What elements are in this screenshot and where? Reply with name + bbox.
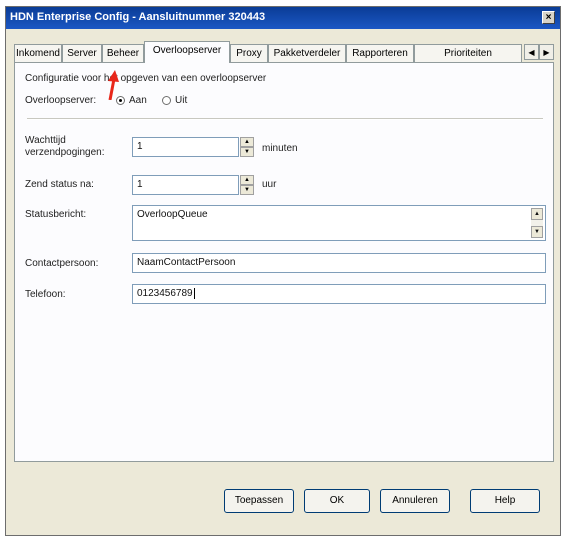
spin-down-icon[interactable]: ▼: [240, 147, 254, 157]
statusbericht-textarea[interactable]: OverloopQueue ▲ ▼: [132, 205, 546, 241]
zendstatus-unit: uur: [262, 179, 277, 190]
radio-uit[interactable]: [162, 96, 171, 105]
help-button[interactable]: Help: [470, 489, 540, 513]
overloopserver-panel: Configuratie voor het opgeven van een ov…: [14, 62, 554, 462]
title-bar[interactable]: HDN Enterprise Config - Aansluitnummer 3…: [6, 7, 560, 29]
ok-button[interactable]: OK: [304, 489, 370, 513]
wachttijd-label-line2: verzendpogingen:: [25, 147, 105, 158]
wachttijd-input[interactable]: 1: [132, 137, 239, 157]
panel-description: Configuratie voor het opgeven van een ov…: [25, 73, 267, 84]
radio-uit-label[interactable]: Uit: [175, 95, 187, 106]
zendstatus-input[interactable]: 1: [132, 175, 239, 195]
tab-strip: Inkomend Server Beheer Overloopserver Pr…: [14, 41, 554, 63]
tab-pakketverdeler[interactable]: Pakketverdeler: [268, 44, 346, 62]
red-arrow-icon: [108, 70, 119, 100]
window-title: HDN Enterprise Config - Aansluitnummer 3…: [10, 11, 266, 23]
statusbericht-value: OverloopQueue: [137, 209, 208, 220]
spin-down-icon[interactable]: ▼: [240, 185, 254, 195]
tab-prioriteiten[interactable]: Prioriteiten: [414, 44, 522, 62]
separator: [27, 118, 543, 120]
telefoon-label: Telefoon:: [25, 289, 66, 300]
tab-overloopserver[interactable]: Overloopserver: [144, 41, 230, 63]
tab-scroll-right-button[interactable]: ▶: [539, 44, 554, 60]
config-window: HDN Enterprise Config - Aansluitnummer 3…: [5, 6, 561, 536]
text-caret: [193, 288, 195, 299]
apply-button[interactable]: Toepassen: [224, 489, 294, 513]
tab-beheer[interactable]: Beheer: [102, 44, 144, 62]
telefoon-input[interactable]: 0123456789: [132, 284, 546, 304]
wachttijd-label-line1: Wachttijd: [25, 135, 66, 146]
zendstatus-spinner[interactable]: ▲ ▼: [240, 175, 254, 195]
radio-selected-dot: [119, 99, 122, 102]
tab-proxy[interactable]: Proxy: [230, 44, 268, 62]
statusbericht-label: Statusbericht:: [25, 209, 87, 220]
arrow-head: [108, 70, 119, 82]
scroll-up-icon[interactable]: ▲: [531, 208, 543, 220]
wachttijd-spinner[interactable]: ▲ ▼: [240, 137, 254, 157]
tab-inkomend[interactable]: Inkomend: [14, 44, 62, 62]
contactpersoon-label: Contactpersoon:: [25, 258, 99, 269]
statusbericht-scrollbar[interactable]: ▲ ▼: [531, 208, 543, 238]
tab-server[interactable]: Server: [62, 44, 102, 62]
scroll-down-icon[interactable]: ▼: [531, 226, 543, 238]
overloopserver-label: Overloopserver:: [25, 95, 97, 106]
tab-scroll-left-button[interactable]: ◀: [524, 44, 539, 60]
radio-aan-label[interactable]: Aan: [129, 95, 147, 106]
arrow-shaft: [108, 78, 116, 100]
telefoon-value: 0123456789: [137, 288, 193, 300]
close-button[interactable]: ×: [542, 11, 555, 24]
spin-up-icon[interactable]: ▲: [240, 137, 254, 147]
zendstatus-label: Zend status na:: [25, 179, 94, 190]
wachttijd-unit: minuten: [262, 143, 298, 154]
tab-rapporteren[interactable]: Rapporteren: [346, 44, 414, 62]
contactpersoon-input[interactable]: NaamContactPersoon: [132, 253, 546, 273]
cancel-button[interactable]: Annuleren: [380, 489, 450, 513]
spin-up-icon[interactable]: ▲: [240, 175, 254, 185]
